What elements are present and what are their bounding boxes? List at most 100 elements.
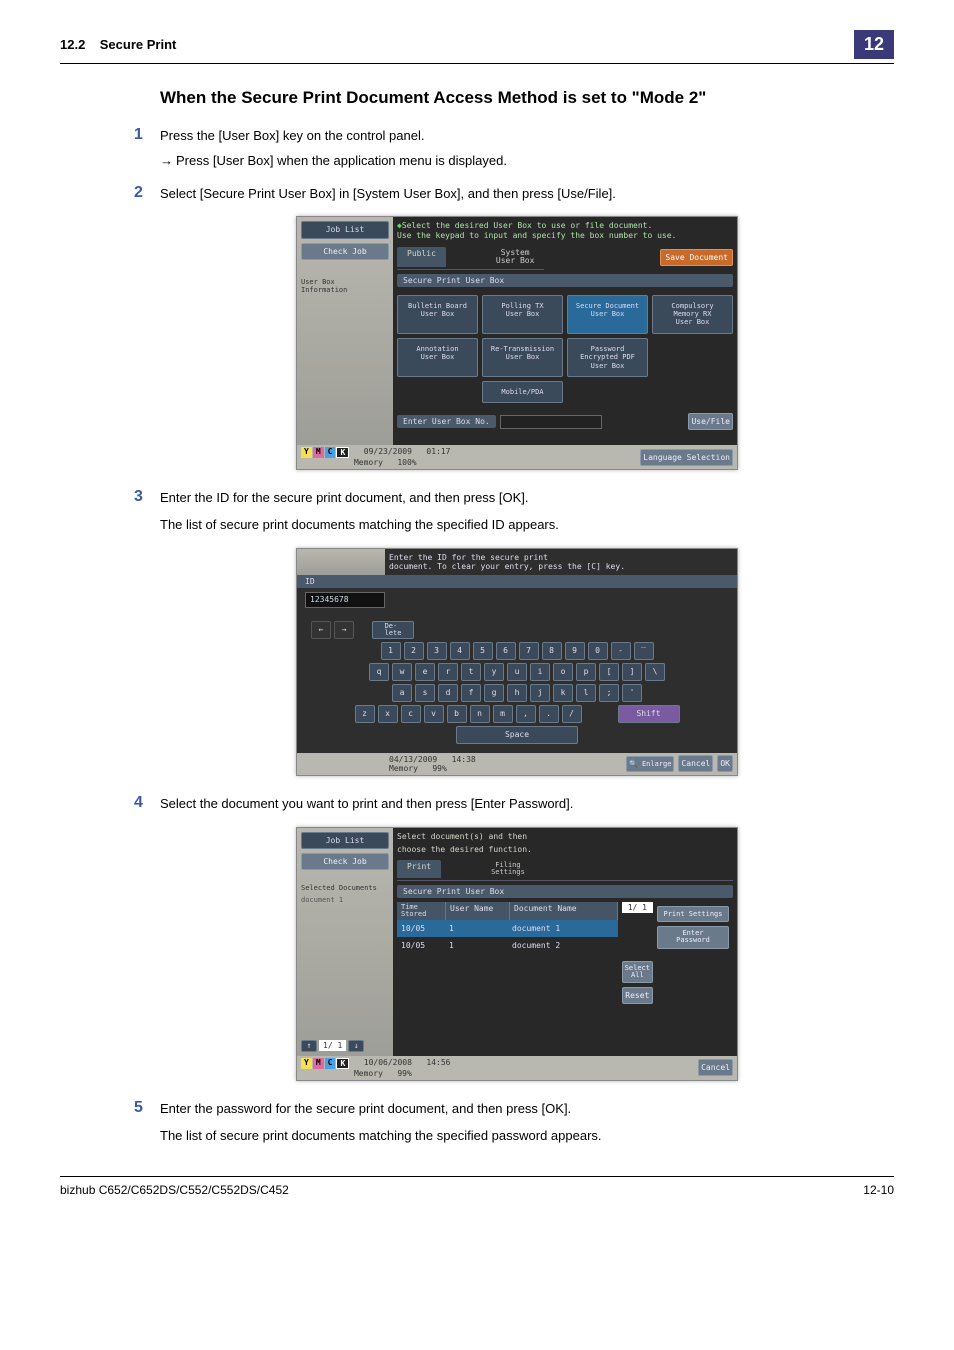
tab-print[interactable]: Print [397, 860, 441, 878]
key-comma[interactable]: , [516, 705, 536, 723]
id-input[interactable]: 12345678 [305, 592, 385, 608]
key-e[interactable]: e [415, 663, 435, 681]
key-a[interactable]: a [392, 684, 412, 702]
key-v[interactable]: v [424, 705, 444, 723]
key-q[interactable]: q [369, 663, 389, 681]
enter-password-button[interactable]: Enter Password [657, 926, 729, 949]
key-period[interactable]: . [539, 705, 559, 723]
kb-status-mem: Memory [389, 764, 418, 773]
key-semicolon[interactable]: ; [599, 684, 619, 702]
use-file-button[interactable]: Use/File [688, 413, 733, 430]
key-n[interactable]: n [470, 705, 490, 723]
key-quote[interactable]: ' [622, 684, 642, 702]
key-x[interactable]: x [378, 705, 398, 723]
header-chapter-badge: 12 [854, 30, 894, 59]
cell-polling-tx[interactable]: Polling TX User Box [482, 295, 563, 334]
screenshot-keyboard: Enter the ID for the secure print docume… [296, 548, 738, 776]
reset-button[interactable]: Reset [622, 987, 653, 1004]
save-document-button[interactable]: Save Document [660, 249, 733, 266]
key-o[interactable]: o [553, 663, 573, 681]
enlarge-button[interactable]: 🔍 Enlarge [626, 756, 674, 772]
page-down-button[interactable]: ↓ [348, 1040, 364, 1052]
print-settings-button[interactable]: Print Settings [657, 906, 729, 922]
key-7[interactable]: 7 [519, 642, 539, 660]
key-1[interactable]: 1 [381, 642, 401, 660]
page-up-button[interactable]: ↑ [301, 1040, 317, 1052]
status-memory-label: Memory [354, 458, 383, 467]
key-k[interactable]: k [553, 684, 573, 702]
key-m[interactable]: m [493, 705, 513, 723]
step-3-number: 3 [134, 488, 160, 536]
tab-filing-settings[interactable]: Filing Settings [481, 860, 535, 878]
header-section: 12.2 Secure Print [60, 37, 176, 52]
key-b[interactable]: b [447, 705, 467, 723]
cancel-button[interactable]: Cancel [678, 755, 713, 772]
step-2-number: 2 [134, 184, 160, 205]
language-selection-button[interactable]: Language Selection [640, 449, 733, 466]
table-row[interactable]: 10/05 1 document 1 [397, 920, 618, 937]
step-1-sub-arrow: → [160, 151, 173, 172]
cell-secure-document[interactable]: Secure Document User Box [567, 295, 648, 334]
kb-row-4: z x c v b n m , . / Shift [303, 705, 731, 723]
ok-button[interactable]: OK [717, 755, 733, 772]
cell-re-transmission[interactable]: Re-Transmission User Box [482, 338, 563, 377]
tab-public[interactable]: Public [397, 247, 446, 267]
job-list-button-3[interactable]: Job List [301, 832, 389, 850]
doclist-pager: 1/ 1 [622, 902, 653, 913]
key-j[interactable]: j [530, 684, 550, 702]
delete-key[interactable]: De- lete [372, 621, 414, 639]
key-6[interactable]: 6 [496, 642, 516, 660]
key-p[interactable]: p [576, 663, 596, 681]
key-z[interactable]: z [355, 705, 375, 723]
check-job-button[interactable]: Check Job [301, 243, 389, 260]
key-i[interactable]: i [530, 663, 550, 681]
key-8[interactable]: 8 [542, 642, 562, 660]
key-t[interactable]: t [461, 663, 481, 681]
key-4[interactable]: 4 [450, 642, 470, 660]
key-u[interactable]: u [507, 663, 527, 681]
table-row[interactable]: 10/05 1 document 2 [397, 937, 618, 954]
key-d[interactable]: d [438, 684, 458, 702]
key-g[interactable]: g [484, 684, 504, 702]
space-key[interactable]: Space [456, 726, 578, 744]
cursor-right-key[interactable]: → [334, 621, 354, 639]
job-list-button[interactable]: Job List [301, 221, 389, 239]
kb-row-1: 1 2 3 4 5 6 7 8 9 0 - ‾ [303, 642, 731, 660]
key-9[interactable]: 9 [565, 642, 585, 660]
select-all-button[interactable]: Select All [622, 961, 653, 983]
key-h[interactable]: h [507, 684, 527, 702]
key-slash[interactable]: / [562, 705, 582, 723]
dl-status-pct: 99% [397, 1069, 411, 1078]
user-box-no-input[interactable] [500, 415, 602, 429]
cursor-left-key[interactable]: ← [311, 621, 331, 639]
key-rbracket[interactable]: ] [622, 663, 642, 681]
key-0[interactable]: 0 [588, 642, 608, 660]
footer-page: 12-10 [863, 1183, 894, 1197]
key-lbracket[interactable]: [ [599, 663, 619, 681]
key-c[interactable]: c [401, 705, 421, 723]
shift-key[interactable]: Shift [618, 705, 680, 723]
key-2[interactable]: 2 [404, 642, 424, 660]
cancel-button-3[interactable]: Cancel [698, 1059, 733, 1076]
cell-compulsory-memory-rx[interactable]: Compulsory Memory RX User Box [652, 295, 733, 334]
cell-bulletin-board[interactable]: Bulletin Board User Box [397, 295, 478, 334]
step-2: 2 Select [Secure Print User Box] in [Sys… [160, 184, 874, 205]
key-l[interactable]: l [576, 684, 596, 702]
key-tilde[interactable]: ‾ [634, 642, 654, 660]
key-r[interactable]: r [438, 663, 458, 681]
key-s[interactable]: s [415, 684, 435, 702]
tab-system-user-box[interactable]: System User Box [486, 247, 545, 267]
key-w[interactable]: w [392, 663, 412, 681]
cell-password-encrypted-pdf[interactable]: Password Encrypted PDF User Box [567, 338, 648, 377]
cell-annotation[interactable]: Annotation User Box [397, 338, 478, 377]
cell-mobile-pda[interactable]: Mobile/PDA [482, 381, 563, 403]
key-backslash[interactable]: \ [645, 663, 665, 681]
key-f[interactable]: f [461, 684, 481, 702]
key-3[interactable]: 3 [427, 642, 447, 660]
kb-status-time: 14:38 [452, 755, 476, 764]
ymck-indicator-3: Y M C K [301, 1058, 349, 1069]
check-job-button-3[interactable]: Check Job [301, 853, 389, 870]
key-hyphen[interactable]: - [611, 642, 631, 660]
key-5[interactable]: 5 [473, 642, 493, 660]
key-y[interactable]: y [484, 663, 504, 681]
